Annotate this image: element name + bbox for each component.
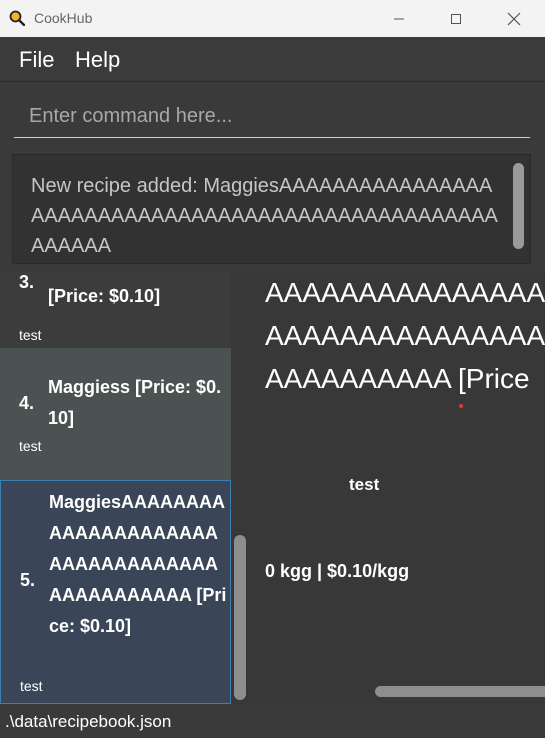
status-bar: .\data\recipebook.json <box>0 704 545 738</box>
recipe-index: 4. <box>19 393 35 413</box>
menu-bar: File Help <box>0 37 545 81</box>
detail-title-line: AAAAAAAAAAAAAAA <box>265 277 545 308</box>
minimize-button[interactable] <box>370 0 428 37</box>
menu-file[interactable]: File <box>19 47 54 73</box>
window-title: CookHub <box>34 10 93 26</box>
detail-title-line: AAAAAAAAAAAAAAA <box>265 320 545 351</box>
close-icon <box>507 12 521 25</box>
detail-horizontal-scrollbar[interactable] <box>375 686 545 697</box>
magnifier-icon <box>9 10 25 26</box>
maximize-icon <box>451 13 461 24</box>
maximize-button[interactable] <box>427 0 485 37</box>
close-button[interactable] <box>485 0 543 37</box>
recipe-card[interactable]: 3. [Price: $0.10] test <box>0 271 231 351</box>
recipe-index: 5. <box>20 570 36 590</box>
recipe-card-selected[interactable]: 5. MaggiesAAAAAAAAAAAAAAAAAAAAAAAAAAAAAA… <box>0 480 231 704</box>
command-panel <box>0 81 545 150</box>
file-path: .\data\recipebook.json <box>5 712 172 731</box>
recipe-list[interactable]: 3. [Price: $0.10] test 4. Maggiess [Pric… <box>0 271 231 704</box>
detail-tag: test <box>349 475 380 494</box>
detail-title: AAAAAAAAAAAAAAA AAAAAAAAAAAAAAA AAAAAAAA… <box>265 271 545 400</box>
detail-title-line: AAAAAAAAAA [Price <box>265 363 530 394</box>
result-text: New recipe added: MaggiesAAAAAAAAAAAAAAA… <box>31 175 498 257</box>
menu-help[interactable]: Help <box>75 47 120 73</box>
minimize-icon <box>394 18 404 19</box>
result-panel: New recipe added: MaggiesAAAAAAAAAAAAAAA… <box>0 149 545 271</box>
recipe-index: 3. <box>19 272 35 292</box>
detail-quantity: 0 kgg | $0.10/kgg <box>265 561 410 581</box>
recipe-tag: test <box>19 327 42 343</box>
result-scrollbar[interactable] <box>513 163 524 249</box>
cursor-dot <box>459 404 463 408</box>
recipe-card[interactable]: 4. Maggiess [Price: $0.10] test <box>0 348 231 480</box>
recipe-tag: test <box>19 438 42 454</box>
recipe-name: MaggiesAAAAAAAAAAAAAAAAAAAAAAAAAAAAAAAAA… <box>49 492 227 636</box>
title-bar: CookHub <box>0 0 545 37</box>
recipe-detail: AAAAAAAAAAAAAAA AAAAAAAAAAAAAAA AAAAAAAA… <box>231 271 545 704</box>
recipe-tag: test <box>20 678 43 694</box>
recipe-name: [Price: $0.10] <box>48 286 161 306</box>
list-scrollbar[interactable] <box>234 535 246 700</box>
result-display[interactable]: New recipe added: MaggiesAAAAAAAAAAAAAAA… <box>12 154 531 264</box>
recipe-name: Maggiess [Price: $0.10] <box>48 377 222 428</box>
command-input[interactable] <box>14 96 530 138</box>
